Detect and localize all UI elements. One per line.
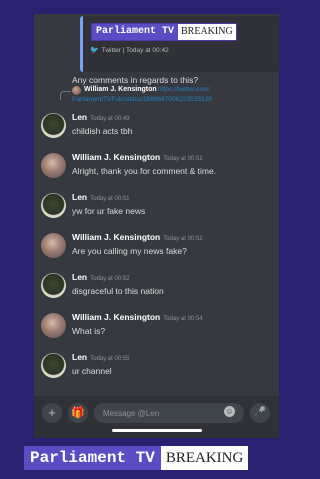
chat-message: William J. Kensington Today at 00:54 What…: [38, 312, 278, 346]
avatar[interactable]: [41, 113, 66, 138]
timestamp: Today at 00:52: [163, 236, 203, 242]
embed-footer-text: Twitter | Today at 00:42: [101, 46, 169, 54]
chat-message: Len Today at 00:55 ur channel: [38, 352, 278, 386]
plus-icon[interactable]: +: [42, 403, 62, 423]
reply-link[interactable]: ParliamentTVFuk/status/16886970062235351…: [72, 96, 212, 103]
parliament-tv-logo: Parliament TV BREAKING: [24, 446, 249, 470]
reply-reference[interactable]: William J. Kensington https://twitter.co…: [60, 86, 276, 110]
avatar[interactable]: [41, 153, 66, 178]
reply-connector: [60, 91, 71, 100]
timestamp: Today at 00:55: [90, 356, 130, 362]
username[interactable]: William J. Kensington Today at 00:51: [72, 152, 203, 162]
avatar[interactable]: [41, 233, 66, 258]
username[interactable]: William J. Kensington Today at 00:52: [72, 232, 203, 242]
message-text: yw for ur fake news: [72, 206, 146, 216]
timestamp: Today at 00:54: [163, 316, 203, 322]
message-text: disgraceful to this nation: [72, 286, 164, 296]
timestamp: Today at 00:51: [90, 196, 130, 202]
chat-message: Len Today at 00:51 yw for ur fake news: [38, 192, 278, 226]
mic-icon[interactable]: 🎤: [250, 403, 270, 423]
embed-logo-left: Parliament TV: [92, 24, 179, 40]
timestamp: Today at 00:52: [90, 276, 130, 282]
chat-message: Len Today at 00:49 childish acts tbh: [38, 112, 278, 146]
embed-footer: 🐦 Twitter | Today at 00:42: [90, 46, 169, 55]
chat-message: William J. Kensington Today at 00:52 Are …: [38, 232, 278, 266]
chat-message: William J. Kensington Today at 00:51 Alri…: [38, 152, 278, 186]
avatar: [72, 86, 81, 95]
tweet-embed[interactable]: Parliament TV BREAKING 🐦 Twitter | Today…: [80, 16, 279, 72]
chat-message: Len Today at 00:52 disgraceful to this na…: [38, 272, 278, 306]
timestamp: Today at 00:49: [90, 116, 130, 122]
message-text: Alright, thank you for comment & time.: [72, 166, 217, 176]
discord-chat-window: Parliament TV BREAKING 🐦 Twitter | Today…: [34, 14, 279, 438]
username[interactable]: Len Today at 00:49: [72, 112, 130, 122]
reply-username: William J. Kensington: [84, 86, 157, 93]
gift-icon[interactable]: 🎁: [68, 403, 88, 423]
avatar[interactable]: [41, 313, 66, 338]
logo-right: BREAKING: [160, 446, 249, 470]
avatar[interactable]: [41, 353, 66, 378]
username[interactable]: Len Today at 00:51: [72, 192, 130, 202]
logo-left: Parliament TV: [24, 446, 161, 470]
message-text: childish acts tbh: [72, 126, 133, 136]
message-text: What is?: [72, 326, 106, 336]
timestamp: Today at 00:51: [163, 156, 203, 162]
home-indicator[interactable]: [112, 429, 202, 432]
embed-logo-right: BREAKING: [178, 24, 236, 40]
twitter-icon: 🐦: [90, 47, 99, 54]
reply-link[interactable]: https://twitter.com/: [158, 86, 210, 93]
message-text: ur channel: [72, 366, 112, 376]
embed-logo: Parliament TV BREAKING: [91, 23, 237, 41]
message-composer: + 🎁 ☺ 🎤: [34, 396, 279, 438]
message-text: Are you calling my news fake?: [72, 246, 187, 256]
username[interactable]: William J. Kensington Today at 00:54: [72, 312, 203, 322]
username[interactable]: Len Today at 00:55: [72, 352, 130, 362]
username[interactable]: Len Today at 00:52: [72, 272, 130, 282]
avatar[interactable]: [41, 193, 66, 218]
emoji-icon[interactable]: ☺: [224, 406, 235, 417]
message-input[interactable]: [94, 403, 244, 423]
message-text: Any comments in regards to this?: [72, 75, 199, 85]
avatar[interactable]: [41, 273, 66, 298]
